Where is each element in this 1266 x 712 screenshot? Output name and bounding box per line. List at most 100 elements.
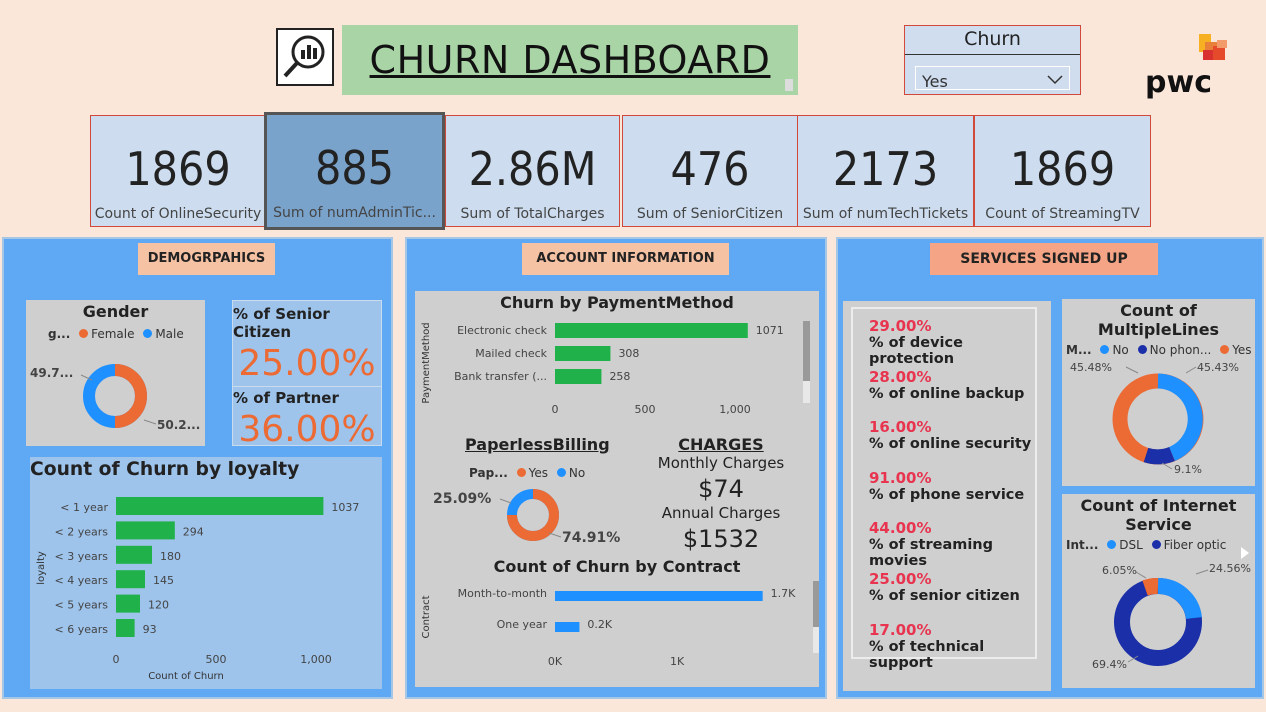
partner-value: 36.00% <box>238 409 376 450</box>
list-item: 16.00%% of online security <box>869 418 1032 453</box>
tick-label: 1,000 <box>719 403 751 416</box>
paperless-title: PaperlessBilling <box>465 435 610 454</box>
kpi-card-total-charges[interactable]: 2.86M Sum of TotalCharges <box>445 115 620 227</box>
multiple-lines-nophone-slice[interactable] <box>1143 446 1175 465</box>
list-item: 25.00%% of senior citizen <box>869 569 1020 604</box>
category-label: Electronic check <box>457 324 548 337</box>
bar[interactable] <box>555 346 611 361</box>
kpi-card-online-security[interactable]: 1869 Count of OnlineSecurity <box>90 115 266 227</box>
multiple-lines-label-right: 45.43% <box>1197 361 1239 374</box>
scrollbar-thumb[interactable] <box>803 321 810 381</box>
slicer-value: Yes <box>922 72 948 91</box>
kpi-card-tech-tickets[interactable]: 2173 Sum of numTechTickets <box>797 115 974 227</box>
bar[interactable] <box>555 591 763 601</box>
services-list: 29.00%% of device protection 28.00%% of … <box>851 307 1037 671</box>
paperless-label-left: 25.09% <box>433 491 491 507</box>
kpi-label: Count of OnlineSecurity <box>94 206 262 222</box>
monthly-charges-value: $74 <box>698 475 744 503</box>
category-label: Bank transfer (... <box>454 370 547 383</box>
account-tile: Churn by PaymentMethod PaymentMethod Elec… <box>415 291 819 687</box>
tick-label: 500 <box>635 403 656 416</box>
senior-partner-card[interactable]: % of Senior Citizen 25.00% % of Partner … <box>232 300 382 450</box>
paperless-legend: Pap... Yes No <box>469 466 586 480</box>
category-label: < 2 years <box>55 525 109 538</box>
resize-handle[interactable] <box>785 79 793 91</box>
data-label: 0.2K <box>587 618 612 631</box>
services-list-tile: 29.00%% of device protection 28.00%% of … <box>843 301 1051 691</box>
bar[interactable] <box>116 545 152 564</box>
loyalty-chart-svg: loyalty < 1 year 1037 < 2 years 294 < 3 years… <box>36 497 359 682</box>
payment-chart-svg[interactable]: PaymentMethod Electronic check 1071 Mailed … <box>415 315 819 429</box>
bar[interactable] <box>555 622 580 632</box>
bar[interactable] <box>116 619 135 637</box>
churn-slicer[interactable]: Churn Yes <box>904 25 1081 95</box>
gender-legend: g... Female Male <box>48 327 184 341</box>
y-axis-label: Contract <box>421 595 432 638</box>
internet-none-slice[interactable] <box>1142 578 1159 596</box>
paperless-chart[interactable]: 25.09% 74.91% <box>425 481 645 551</box>
kpi-label: Sum of TotalCharges <box>460 206 605 222</box>
tick-label: 0K <box>548 655 563 668</box>
list-item: 17.00%% of technical support <box>869 620 985 671</box>
loyalty-title: Count of Churn by loyalty <box>30 459 300 480</box>
scrollbar-thumb[interactable] <box>813 581 819 627</box>
data-label: 120 <box>148 599 169 612</box>
multiple-lines-label-bottom: 9.1% <box>1174 463 1202 476</box>
data-label: 308 <box>618 347 639 360</box>
y-axis-label: PaymentMethod <box>421 322 432 403</box>
data-label: 180 <box>160 550 181 563</box>
pwc-logo: pwc <box>1143 32 1235 104</box>
internet-service-chart[interactable]: Count of Internet Service Int... DSL Fib… <box>1062 494 1255 688</box>
gender-female-slice[interactable] <box>114 364 147 428</box>
internet-dsl-slice[interactable] <box>1157 577 1202 620</box>
kpi-card-senior-citizen[interactable]: 476 Sum of SeniorCitizen <box>622 115 798 227</box>
gender-title: Gender <box>82 302 149 321</box>
bar[interactable] <box>116 594 140 613</box>
slicer-dropdown[interactable]: Yes <box>915 66 1070 91</box>
kpi-label: Sum of numTechTickets <box>802 206 969 222</box>
dashboard-title-box: CHURN DASHBOARD <box>342 25 798 95</box>
contract-chart-svg[interactable]: Contract Month-to-month 1.7K One year 0.2K 0K… <box>415 581 819 685</box>
account-panel: ACCOUNT INFORMATION Churn by PaymentMeth… <box>405 237 827 699</box>
chevron-right-icon[interactable] <box>1240 546 1250 560</box>
kpi-value: 2.86M <box>468 142 597 196</box>
loyalty-chart[interactable]: Count of Churn by loyalty loyalty < 1 yea… <box>30 457 382 689</box>
data-label: 145 <box>153 574 174 587</box>
kpi-card-admin-tickets[interactable]: 885 Sum of numAdminTic... <box>264 112 445 230</box>
gender-label-right: 50.2... <box>157 418 200 432</box>
category-label: Month-to-month <box>458 587 547 600</box>
tick-label: 0 <box>113 653 120 666</box>
x-axis-label: Count of Churn <box>148 671 224 682</box>
data-label: 1071 <box>756 324 784 337</box>
tick-label: 1,000 <box>300 653 332 666</box>
payment-title: Churn by PaymentMethod <box>500 293 734 312</box>
account-tag: ACCOUNT INFORMATION <box>522 243 729 275</box>
annual-charges-value: $1532 <box>682 525 760 553</box>
multiple-lines-no-slice[interactable] <box>1157 373 1203 461</box>
bar[interactable] <box>116 521 175 540</box>
bar[interactable] <box>116 497 324 515</box>
pwc-text: pwc <box>1145 65 1212 100</box>
bar[interactable] <box>555 369 602 384</box>
internet-label-bottom: 69.4% <box>1092 658 1127 671</box>
list-item: 91.00%% of phone service <box>869 468 1025 503</box>
senior-title: % of Senior Citizen <box>233 305 330 341</box>
kpi-value: 476 <box>670 142 750 196</box>
tick-label: 500 <box>206 653 227 666</box>
bar[interactable] <box>555 323 748 338</box>
data-label: 93 <box>143 623 157 636</box>
kpi-value: 885 <box>315 141 394 195</box>
gender-chart[interactable]: Gender g... Female Male 49.7... 50.2... <box>26 300 205 446</box>
data-label: 294 <box>183 525 204 538</box>
tick-label: 0 <box>552 403 559 416</box>
kpi-value: 1869 <box>125 142 231 196</box>
contract-title: Count of Churn by Contract <box>493 557 741 576</box>
charges-title: CHARGES <box>678 435 764 454</box>
services-panel: SERVICES SIGNED UP 29.00%% of device pro… <box>836 237 1264 699</box>
multiple-lines-chart[interactable]: Count of MultipleLines M... No No phon..… <box>1062 299 1255 486</box>
bar[interactable] <box>116 570 145 589</box>
kpi-card-streaming-tv[interactable]: 1869 Count of StreamingTV <box>974 115 1151 227</box>
category-label: One year <box>497 618 548 631</box>
multiple-lines-title: Count of MultipleLines <box>1097 301 1220 339</box>
slicer-title: Churn <box>905 26 1080 55</box>
